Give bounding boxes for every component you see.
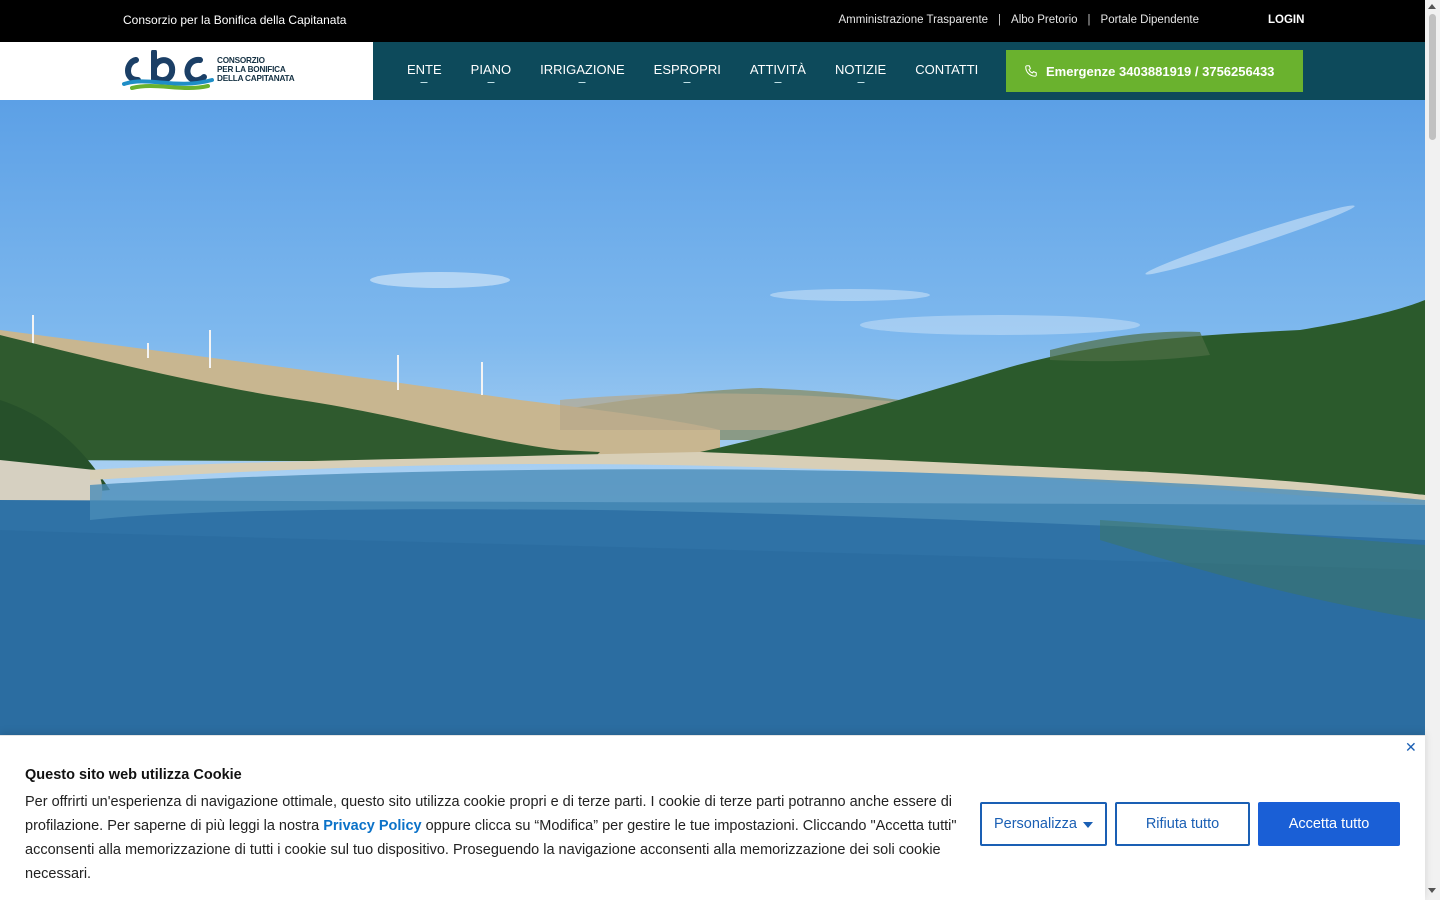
nav-attivita[interactable]: ATTIVITÀ	[750, 62, 806, 77]
cookie-description: Per offrirti un'esperienza di navigazion…	[25, 790, 965, 886]
personalizza-label: Personalizza	[993, 816, 1077, 832]
logo[interactable]: CONSORZIO PER LA BONIFICA DELLA CAPITANA…	[0, 42, 373, 100]
link-portale-dipendente[interactable]: Portale Dipendente	[1101, 14, 1199, 26]
accetta-tutto-button[interactable]: Accetta tutto	[1258, 802, 1400, 846]
phone-icon	[1025, 65, 1037, 77]
site-name: Consorzio per la Bonifica della Capitana…	[123, 13, 347, 27]
top-links: Amministrazione Trasparente | Albo Preto…	[838, 14, 1199, 26]
logo-mark	[122, 50, 214, 90]
personalizza-button[interactable]: Personalizza	[980, 802, 1107, 846]
page-scrollbar[interactable]	[1425, 0, 1440, 900]
emergency-label: Emergenze 3403881919 / 3756256433	[1046, 63, 1275, 79]
separator: |	[998, 14, 1002, 26]
nav-piano[interactable]: PIANO	[471, 62, 511, 77]
privacy-policy-link[interactable]: Privacy Policy	[323, 818, 421, 834]
emergency-button[interactable]: Emergenze 3403881919 / 3756256433	[1006, 50, 1303, 92]
main-nav: ENTE PIANO IRRIGAZIONE ESPROPRI ATTIVITÀ…	[407, 62, 978, 77]
cookie-banner: ✕ Questo sito web utilizza Cookie Per of…	[0, 735, 1425, 900]
nav-contatti[interactable]: CONTATTI	[915, 62, 978, 77]
nav-espropri[interactable]: ESPROPRI	[654, 62, 721, 77]
close-icon[interactable]: ✕	[1405, 739, 1417, 756]
top-bar: Consorzio per la Bonifica della Capitana…	[0, 0, 1425, 42]
nav-notizie[interactable]: NOTIZIE	[835, 62, 886, 77]
scroll-up-arrow-icon[interactable]	[1428, 4, 1436, 9]
nav-irrigazione[interactable]: IRRIGAZIONE	[540, 62, 625, 77]
scroll-down-arrow-icon[interactable]	[1428, 888, 1436, 893]
main-header: CONSORZIO PER LA BONIFICA DELLA CAPITANA…	[0, 42, 1425, 100]
scrollbar-thumb[interactable]	[1429, 14, 1436, 140]
nav-ente[interactable]: ENTE	[407, 62, 442, 77]
rifiuta-tutto-button[interactable]: Rifiuta tutto	[1115, 802, 1250, 846]
login-link[interactable]: LOGIN	[1268, 14, 1304, 26]
separator: |	[1087, 14, 1091, 26]
cookie-title: Questo sito web utilizza Cookie	[25, 767, 242, 783]
link-albo-pretorio[interactable]: Albo Pretorio	[1011, 14, 1077, 26]
logo-text: CONSORZIO PER LA BONIFICA DELLA CAPITANA…	[217, 56, 295, 83]
link-amministrazione-trasparente[interactable]: Amministrazione Trasparente	[838, 14, 988, 26]
caret-down-icon	[1083, 822, 1093, 828]
